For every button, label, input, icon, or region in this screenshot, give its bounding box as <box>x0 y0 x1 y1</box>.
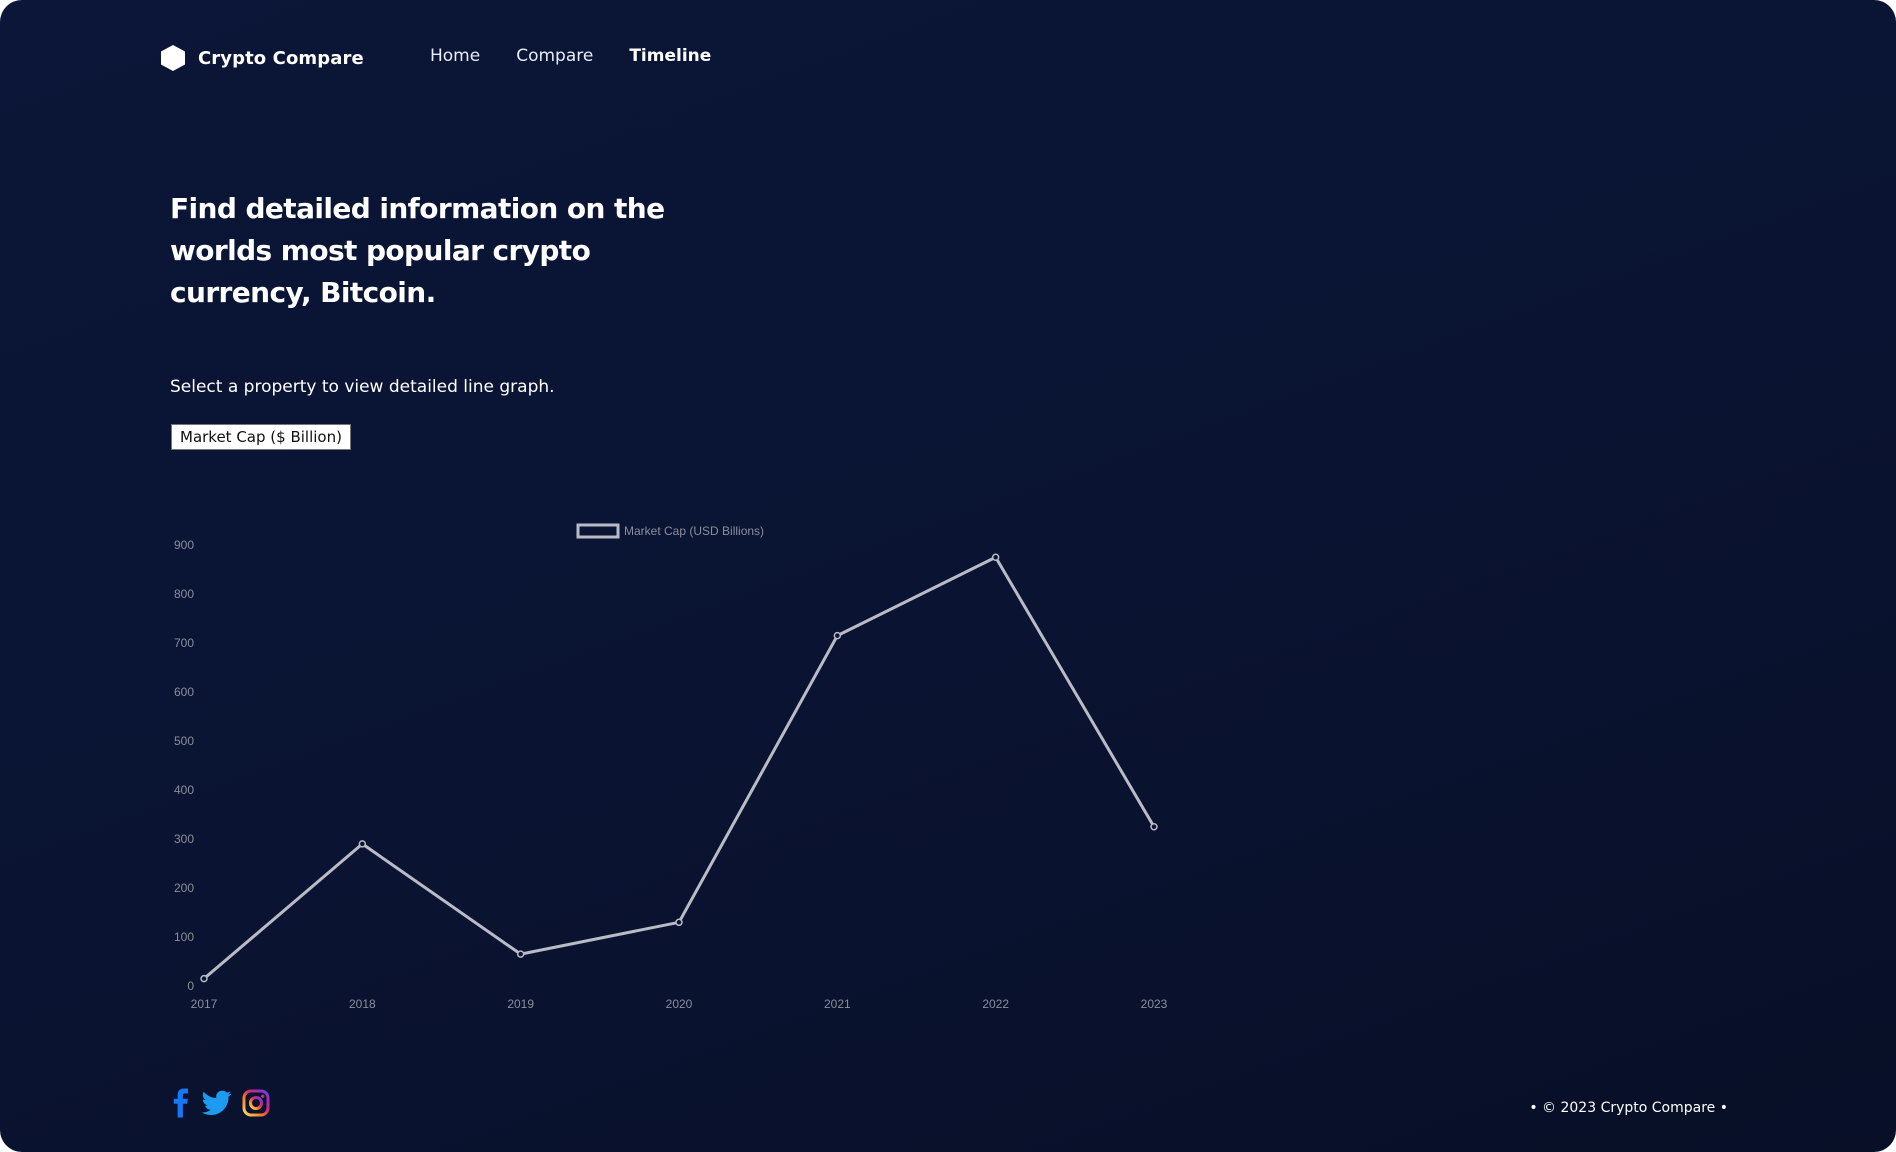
y-tick-label: 300 <box>174 832 194 846</box>
instruction-text: Select a property to view detailed line … <box>170 377 555 397</box>
x-tick-label: 2020 <box>666 997 693 1011</box>
legend-label[interactable]: Market Cap (USD Billions) <box>624 524 764 538</box>
x-tick-label: 2018 <box>349 997 376 1011</box>
main-nav: Home Compare Timeline <box>430 46 747 66</box>
page-title: Find detailed information on the worlds … <box>170 192 665 309</box>
data-point[interactable] <box>516 950 525 958</box>
facebook-icon[interactable] <box>170 1088 192 1122</box>
data-point[interactable] <box>675 918 683 927</box>
y-tick-label: 100 <box>174 930 194 944</box>
data-point[interactable] <box>200 974 208 983</box>
twitter-icon[interactable] <box>201 1090 232 1120</box>
data-point[interactable] <box>833 631 842 640</box>
property-select-wrapper: Market Cap ($ Billion) <box>171 424 351 450</box>
data-point[interactable] <box>991 553 1000 561</box>
nav-compare-link[interactable]: Compare <box>516 46 593 66</box>
nav-home-link[interactable]: Home <box>430 46 480 66</box>
y-tick-label: 200 <box>174 881 194 895</box>
y-tick-label: 900 <box>174 538 194 552</box>
data-point[interactable] <box>1150 823 1158 831</box>
y-tick-label: 600 <box>174 685 194 699</box>
x-tick-label: 2023 <box>1141 997 1168 1011</box>
hexagon-logo-icon <box>161 45 185 71</box>
app-window: Crypto Compare Home Compare Timeline Fin… <box>0 0 1896 1152</box>
x-tick-label: 2021 <box>824 997 851 1011</box>
y-tick-label: 700 <box>174 636 194 650</box>
x-tick-label: 2019 <box>507 997 534 1011</box>
data-point[interactable] <box>358 840 367 848</box>
x-tick-label: 2017 <box>191 997 218 1011</box>
y-tick-label: 0 <box>187 979 194 993</box>
nav-timeline-link[interactable]: Timeline <box>629 46 711 66</box>
series-line <box>203 555 1156 980</box>
y-tick-label: 500 <box>174 734 194 748</box>
market-cap-line-chart: 0 100 200 300 400 500 600 700 800 900 2017 2018 2019… <box>174 523 1168 1011</box>
legend-swatch[interactable] <box>576 523 620 539</box>
social-links <box>170 1088 280 1122</box>
instagram-icon[interactable] <box>242 1089 270 1121</box>
brand[interactable]: Crypto Compare <box>160 44 364 72</box>
x-tick-label: 2022 <box>982 997 1009 1011</box>
y-tick-label: 400 <box>174 783 194 797</box>
copyright-text: • © 2023 Crypto Compare • <box>1529 1100 1728 1116</box>
y-tick-label: 800 <box>174 587 194 601</box>
property-select[interactable]: Market Cap ($ Billion) <box>171 424 351 450</box>
brand-name: Crypto Compare <box>198 47 364 69</box>
